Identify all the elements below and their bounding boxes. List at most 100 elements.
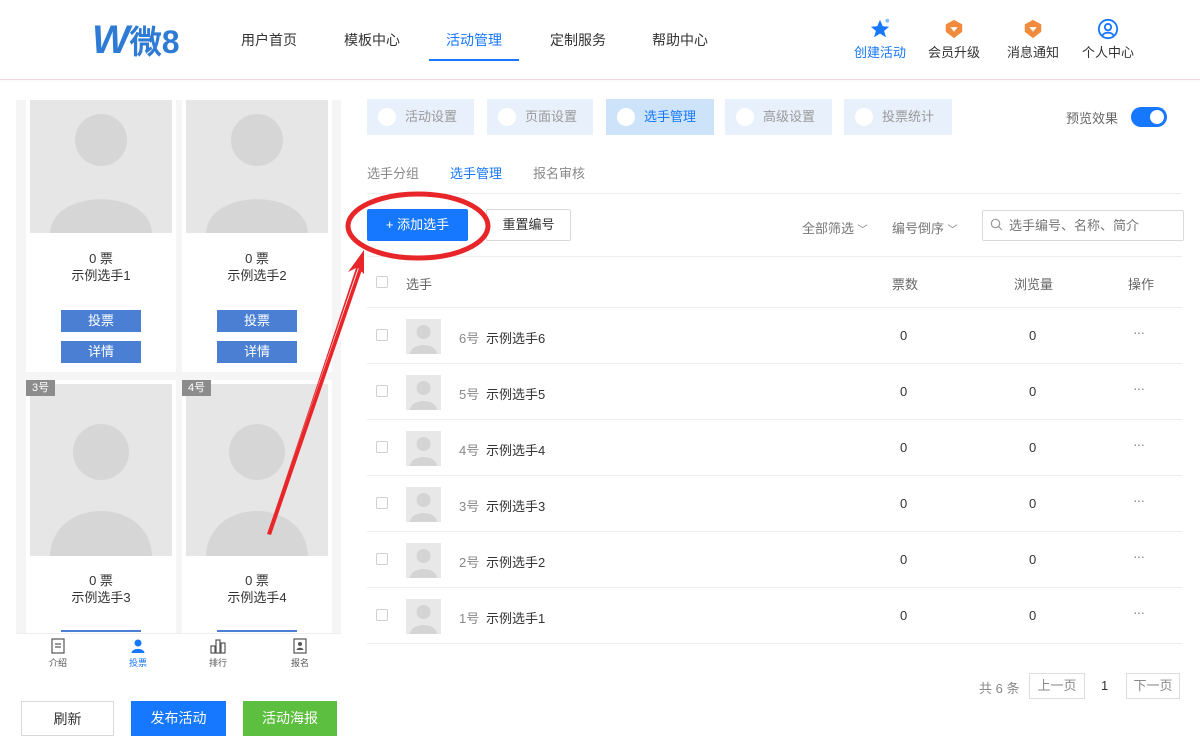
player-number: 5号 [459, 387, 480, 402]
table-header: 选手 票数 浏览量 操作 [367, 256, 1182, 308]
site-logo[interactable]: W 微8 [92, 18, 180, 62]
tab-intro-label: 介绍 [48, 658, 67, 668]
nav-custom-service[interactable]: 定制服务 [550, 30, 606, 50]
card-name: 示例选手4 [227, 590, 287, 605]
card-vote-button[interactable]: 投票 [61, 310, 141, 332]
more-actions-button[interactable]: ··· [1133, 492, 1145, 508]
table-row: 2号 示例选手2 0 0 ··· [367, 532, 1182, 588]
card-detail-button[interactable]: 详情 [217, 341, 297, 363]
tab-intro[interactable]: 介绍 [28, 638, 88, 669]
prev-page-button[interactable]: 上一页 [1029, 673, 1085, 699]
intro-icon [51, 638, 65, 654]
subtab-signup-review[interactable]: 报名审核 [533, 163, 585, 182]
statistics-icon [855, 108, 873, 126]
person-silhouette-icon [410, 549, 437, 578]
preview-effect-toggle[interactable] [1131, 107, 1167, 127]
tab-advanced-settings[interactable]: 高级设置 [725, 99, 832, 135]
mobile-tabbar: 介绍 投票 排行 报名 [16, 633, 341, 682]
activity-poster-button[interactable]: 活动海报 [243, 701, 337, 736]
mobile-preview[interactable]: 0 票 示例选手1 投票 详情 0 票 示例选手2 投票 详情 3号 0 票 示… [16, 100, 341, 682]
player-name: 示例选手2 [486, 555, 546, 570]
top-header: W 微8 用户首页 模板中心 活动管理 定制服务 帮助中心 创建活动 会员升级 … [0, 0, 1200, 80]
reset-number-button[interactable]: 重置编号 [486, 209, 571, 241]
member-upgrade-label: 会员升级 [927, 45, 980, 60]
table-row: 5号 示例选手5 0 0 ··· [367, 364, 1182, 420]
row-checkbox[interactable] [376, 609, 388, 621]
table-row: 4号 示例选手4 0 0 ··· [367, 420, 1182, 476]
player-votes: 0 [900, 608, 908, 623]
tab-signup-label: 报名 [290, 658, 309, 668]
avatar-placeholder [186, 100, 328, 233]
card-detail-button[interactable]: 详情 [61, 341, 141, 363]
tab-label: 页面设置 [525, 109, 578, 124]
current-page[interactable]: 1 [1101, 678, 1108, 693]
preview-card-2[interactable]: 0 票 示例选手2 投票 详情 [182, 100, 332, 372]
tab-vote-statistics[interactable]: 投票统计 [844, 99, 952, 135]
nav-user-home[interactable]: 用户首页 [241, 30, 297, 50]
more-actions-button[interactable]: ··· [1133, 548, 1145, 564]
star-icon [870, 18, 890, 38]
sort-dropdown[interactable]: 编号倒序 ﹀ [892, 218, 958, 237]
tab-activity-settings[interactable]: 活动设置 [367, 99, 474, 135]
next-page-button[interactable]: 下一页 [1126, 673, 1180, 699]
table-row: 1号 示例选手1 0 0 ··· [367, 588, 1182, 644]
ranking-icon [210, 639, 226, 654]
player-number: 3号 [459, 499, 480, 514]
more-actions-button[interactable]: ··· [1133, 324, 1145, 340]
more-actions-button[interactable]: ··· [1133, 436, 1145, 452]
player-number: 4号 [459, 443, 480, 458]
tab-ranking[interactable]: 排行 [188, 638, 248, 669]
search-input[interactable] [982, 210, 1184, 241]
refresh-button[interactable]: 刷新 [21, 701, 114, 736]
table-row: 3号 示例选手3 0 0 ··· [367, 476, 1182, 532]
th-views: 浏览量 [1014, 277, 1054, 292]
tab-player-management[interactable]: 选手管理 [606, 99, 714, 135]
preview-card-1[interactable]: 0 票 示例选手1 投票 详情 [26, 100, 176, 372]
personal-center-button[interactable]: 个人中心 [1073, 18, 1143, 61]
player-name: 示例选手1 [486, 611, 546, 626]
personal-center-label: 个人中心 [1081, 45, 1134, 60]
add-player-button[interactable]: + 添加选手 [367, 209, 468, 241]
player-name: 示例选手3 [486, 499, 546, 514]
subtab-player-groups[interactable]: 选手分组 [367, 163, 419, 182]
card-vote-button-partial[interactable] [217, 630, 297, 632]
publish-activity-button[interactable]: 发布活动 [131, 701, 226, 736]
card-vote-button[interactable]: 投票 [217, 310, 297, 332]
tab-label: 选手管理 [644, 109, 697, 124]
person-silhouette-icon [410, 325, 437, 354]
select-all-checkbox[interactable] [376, 276, 388, 288]
message-notification-button[interactable]: 消息通知 [998, 18, 1068, 61]
signup-icon [293, 638, 307, 654]
notification-badge-icon [1024, 19, 1042, 39]
row-checkbox[interactable] [376, 497, 388, 509]
chevron-down-icon: ﹀ [857, 225, 868, 236]
nav-template-center[interactable]: 模板中心 [344, 30, 400, 50]
person-silhouette-icon [50, 424, 152, 556]
person-silhouette-icon [50, 114, 152, 233]
row-checkbox[interactable] [376, 553, 388, 565]
subtab-divider [367, 193, 1182, 194]
tab-page-settings[interactable]: 页面设置 [487, 99, 593, 135]
row-checkbox[interactable] [376, 385, 388, 397]
create-activity-button[interactable]: 创建活动 [845, 18, 915, 61]
member-upgrade-button[interactable]: 会员升级 [919, 18, 989, 61]
player-views: 0 [1029, 328, 1037, 343]
player-votes: 0 [900, 328, 908, 343]
subtab-player-management[interactable]: 选手管理 [450, 163, 502, 182]
nav-activity-management[interactable]: 活动管理 [446, 30, 502, 50]
player-thumbnail [406, 375, 441, 410]
row-checkbox[interactable] [376, 329, 388, 341]
player-number: 1号 [459, 611, 480, 626]
player-views: 0 [1029, 608, 1037, 623]
card-name: 示例选手3 [71, 590, 131, 605]
card-vote-button-partial[interactable] [61, 630, 141, 632]
number-badge: 4号 [182, 380, 212, 396]
more-actions-button[interactable]: ··· [1133, 604, 1145, 620]
tab-signup[interactable]: 报名 [270, 638, 330, 669]
filter-all-dropdown[interactable]: 全部筛选 ﹀ [802, 218, 868, 237]
tab-vote[interactable]: 投票 [108, 638, 168, 669]
nav-help-center[interactable]: 帮助中心 [652, 30, 708, 50]
row-checkbox[interactable] [376, 441, 388, 453]
th-actions: 操作 [1128, 277, 1155, 292]
more-actions-button[interactable]: ··· [1133, 380, 1145, 396]
